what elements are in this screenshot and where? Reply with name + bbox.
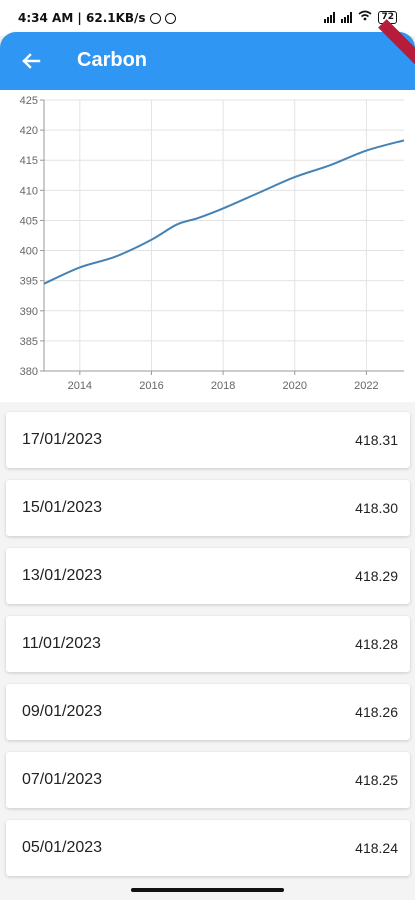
- reading-date: 07/01/2023: [22, 771, 103, 788]
- x-tick-label: 2016: [139, 380, 163, 392]
- y-tick-label: 410: [20, 185, 38, 197]
- line-chart: 380 385 390 395 400 405 410 415 420 425 2014 2016 20…: [20, 95, 405, 392]
- reading-value: 418.25: [355, 772, 398, 788]
- reading-date: 05/01/2023: [22, 839, 103, 856]
- y-tick-label: 425: [20, 95, 38, 107]
- reading-date: 09/01/2023: [22, 703, 103, 720]
- list-item[interactable]: 07/01/2023 418.25: [6, 752, 410, 808]
- y-tick-label: 385: [20, 336, 38, 348]
- list-item[interactable]: 15/01/2023 418.30: [6, 480, 410, 536]
- list-item[interactable]: 17/01/2023 418.31: [6, 412, 410, 468]
- reading-date: 17/01/2023: [22, 431, 103, 448]
- status-bar: 4:34 AM | 62.1KB/s 72: [0, 0, 415, 36]
- whatsapp-icon: [149, 12, 161, 24]
- reading-date: 15/01/2023: [22, 499, 103, 516]
- signal-icon: [324, 11, 336, 23]
- list-item[interactable]: 11/01/2023 418.28: [6, 616, 410, 672]
- y-tick-label: 420: [20, 125, 38, 137]
- reading-value: 418.26: [355, 704, 398, 720]
- reading-value: 418.31: [355, 432, 398, 448]
- chart-panel: 380 385 390 395 400 405 410 415 420 425 2014 2016 20…: [0, 90, 415, 402]
- list-item[interactable]: 09/01/2023 418.26: [6, 684, 410, 740]
- signal-icon-2: [341, 11, 353, 23]
- reading-date: 13/01/2023: [22, 567, 103, 584]
- y-tick-label: 400: [20, 246, 38, 258]
- app-bar: Carbon: [0, 19, 415, 90]
- reading-value: 418.28: [355, 636, 398, 652]
- y-tick-label: 380: [20, 366, 38, 378]
- status-left: 4:34 AM | 62.1KB/s: [18, 11, 176, 25]
- wifi-icon: [358, 10, 372, 24]
- series-line: [43, 139, 405, 285]
- home-indicator: [131, 888, 284, 892]
- reading-value: 418.30: [355, 500, 398, 516]
- arrow-left-icon: [22, 53, 41, 69]
- list-item[interactable]: 05/01/2023 418.24: [6, 820, 410, 876]
- x-tick-label: 2022: [354, 380, 378, 392]
- reading-value: 418.24: [355, 840, 398, 856]
- status-time-network: 4:34 AM | 62.1KB/s: [18, 11, 146, 25]
- back-button[interactable]: [14, 44, 48, 78]
- y-tick-label: 395: [20, 276, 38, 288]
- x-tick-label: 2020: [283, 380, 307, 392]
- y-tick-label: 415: [20, 155, 38, 167]
- list-item[interactable]: 13/01/2023 418.29: [6, 548, 410, 604]
- x-tick-label: 2014: [68, 380, 92, 392]
- x-tick-label: 2018: [211, 380, 235, 392]
- y-tick-label: 405: [20, 215, 38, 227]
- app-notification-icon: [164, 12, 176, 24]
- y-tick-label: 390: [20, 306, 38, 318]
- reading-value: 418.29: [355, 568, 398, 584]
- page-title: Carbon: [77, 49, 147, 71]
- reading-date: 11/01/2023: [22, 635, 101, 652]
